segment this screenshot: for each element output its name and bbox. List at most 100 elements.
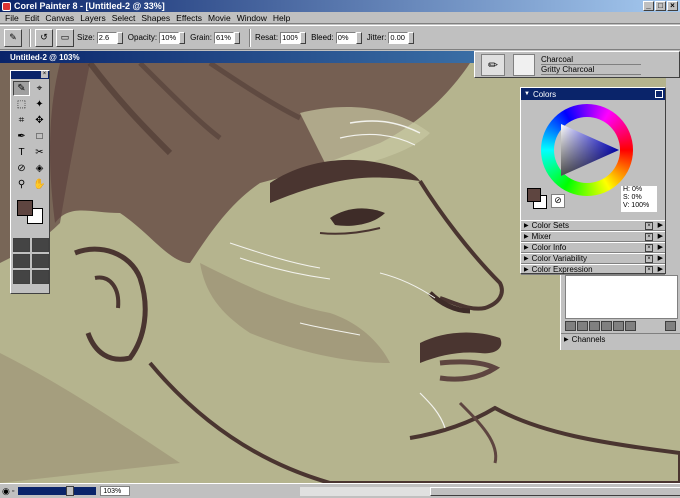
main-color-swatch[interactable] bbox=[527, 188, 541, 202]
app-icon[interactable] bbox=[2, 1, 11, 11]
pen-tool-icon[interactable]: ✒ bbox=[13, 129, 30, 144]
expand-triangle-icon[interactable]: ▶ bbox=[524, 266, 529, 273]
weaving-selector-icon[interactable] bbox=[32, 254, 49, 268]
close-icon[interactable]: × bbox=[645, 255, 653, 263]
menu-arrow-icon[interactable]: ▶ bbox=[658, 243, 663, 251]
menu-arrow-icon[interactable]: ▶ bbox=[658, 265, 663, 273]
mixer-section[interactable]: ▶ Mixer × ▶ bbox=[521, 231, 665, 242]
color-dropper-icon[interactable]: ⊘ bbox=[551, 194, 565, 208]
layer-command-icon[interactable] bbox=[577, 321, 588, 331]
opacity-slider-button[interactable] bbox=[179, 31, 186, 44]
brush-category-name[interactable]: Charcoal bbox=[541, 55, 641, 65]
gradient-selector-icon[interactable] bbox=[32, 238, 49, 252]
brush-tool-icon[interactable]: ✎ bbox=[4, 28, 22, 47]
maximize-button[interactable]: □ bbox=[655, 1, 666, 11]
close-icon[interactable]: × bbox=[645, 233, 653, 241]
zoom-out-icon[interactable]: ▫ bbox=[12, 488, 14, 495]
color-variability-section[interactable]: ▶ Color Variability × ▶ bbox=[521, 253, 665, 264]
nozzle-selector-icon[interactable] bbox=[13, 270, 30, 284]
collapse-triangle-icon[interactable]: ▼ bbox=[524, 91, 530, 97]
move-tool-icon[interactable]: ✥ bbox=[31, 113, 48, 128]
menu-select[interactable]: Select bbox=[109, 13, 139, 23]
toolbox-header[interactable]: × bbox=[11, 71, 49, 79]
menu-layers[interactable]: Layers bbox=[77, 13, 109, 23]
size-input[interactable] bbox=[96, 31, 117, 44]
brush-tool-icon[interactable]: ✎ bbox=[13, 81, 30, 96]
minimize-button[interactable]: _ bbox=[643, 1, 654, 11]
expand-triangle-icon[interactable]: ▶ bbox=[524, 255, 529, 262]
expand-triangle-icon[interactable]: ▶ bbox=[524, 233, 529, 240]
pattern-selector-icon[interactable] bbox=[13, 254, 30, 268]
expand-triangle-icon[interactable]: ▶ bbox=[524, 244, 529, 251]
marquee-tool-icon[interactable]: ⬚ bbox=[13, 97, 30, 112]
jitter-input[interactable] bbox=[388, 31, 409, 44]
resat-slider-button[interactable] bbox=[300, 31, 307, 44]
magnifier-tool-icon[interactable]: ⚲ bbox=[13, 177, 30, 192]
main-color-swatch[interactable] bbox=[17, 200, 33, 216]
close-icon[interactable]: × bbox=[645, 222, 653, 230]
jitter-slider-button[interactable] bbox=[408, 31, 415, 44]
eyedropper-tool-icon[interactable]: ⊘ bbox=[13, 161, 30, 176]
brush-variant-name[interactable]: Gritty Charcoal bbox=[541, 65, 641, 75]
menu-arrow-icon[interactable]: ▶ bbox=[658, 221, 663, 229]
bleed-input[interactable] bbox=[335, 31, 356, 44]
zoom-slider[interactable] bbox=[18, 486, 97, 496]
menu-canvas[interactable]: Canvas bbox=[42, 13, 77, 23]
layer-command-icon[interactable] bbox=[589, 321, 600, 331]
menu-edit[interactable]: Edit bbox=[22, 13, 43, 23]
grabber-hand-icon[interactable]: ✋ bbox=[31, 177, 48, 192]
dropper-tool-icon[interactable]: ⌖ bbox=[31, 81, 48, 96]
close-icon[interactable]: × bbox=[645, 266, 653, 274]
zoom-level[interactable]: 103% bbox=[100, 486, 131, 496]
expand-triangle-icon[interactable]: ▶ bbox=[524, 222, 529, 229]
reset-tool-icon[interactable]: ↺ bbox=[35, 28, 53, 47]
menu-arrow-icon[interactable]: ▶ bbox=[658, 232, 663, 240]
close-icon[interactable]: × bbox=[41, 71, 48, 78]
brush-category-icon[interactable]: ✏ bbox=[481, 53, 505, 76]
layer-command-icon[interactable] bbox=[565, 321, 576, 331]
grain-slider-button[interactable] bbox=[233, 31, 240, 44]
close-icon[interactable] bbox=[655, 90, 663, 98]
menu-effects[interactable]: Effects bbox=[173, 13, 205, 23]
menu-movie[interactable]: Movie bbox=[205, 13, 234, 23]
crop-tool-icon[interactable]: ⌗ bbox=[13, 113, 30, 128]
layers-list[interactable] bbox=[565, 275, 678, 319]
expand-triangle-icon[interactable]: ▶ bbox=[564, 336, 569, 343]
menu-shapes[interactable]: Shapes bbox=[138, 13, 173, 23]
brush-dab-icon[interactable]: ▭ bbox=[56, 28, 74, 47]
size-slider-button[interactable] bbox=[116, 31, 123, 44]
color-expression-section[interactable]: ▶ Color Expression × ▶ bbox=[521, 264, 665, 275]
layer-command-icon[interactable] bbox=[601, 321, 612, 331]
close-icon[interactable]: × bbox=[645, 244, 653, 252]
menu-window[interactable]: Window bbox=[234, 13, 270, 23]
resat-input[interactable] bbox=[280, 31, 301, 44]
scissors-tool-icon[interactable]: ✂ bbox=[31, 145, 48, 160]
layer-command-icon[interactable] bbox=[613, 321, 624, 331]
saturation-value-triangle[interactable] bbox=[557, 122, 621, 178]
layer-command-icon[interactable] bbox=[625, 321, 636, 331]
menu-arrow-icon[interactable]: ▶ bbox=[658, 254, 663, 262]
brush-variant-icon[interactable] bbox=[513, 53, 535, 76]
close-button[interactable]: × bbox=[667, 1, 678, 11]
color-sets-section[interactable]: ▶ Color Sets × ▶ bbox=[521, 220, 665, 231]
menu-file[interactable]: File bbox=[2, 13, 22, 23]
magic-wand-icon[interactable]: ✦ bbox=[31, 97, 48, 112]
globe-icon[interactable]: ◉ bbox=[2, 486, 10, 497]
paint-bucket-icon[interactable]: ◈ bbox=[31, 161, 48, 176]
colors-palette-header[interactable]: ▼ Colors bbox=[521, 88, 665, 100]
color-info-section[interactable]: ▶ Color Info × ▶ bbox=[521, 242, 665, 253]
trash-icon[interactable] bbox=[665, 321, 676, 331]
text-tool-icon[interactable]: T bbox=[13, 145, 30, 160]
bleed-slider-button[interactable] bbox=[355, 31, 362, 44]
zoom-slider-thumb[interactable] bbox=[66, 486, 75, 496]
look-selector-icon[interactable] bbox=[32, 270, 49, 284]
menu-help[interactable]: Help bbox=[270, 13, 293, 23]
paper-selector-icon[interactable] bbox=[13, 238, 30, 252]
grain-input[interactable] bbox=[213, 31, 234, 44]
horizontal-scrollbar[interactable] bbox=[300, 487, 680, 496]
rectangle-tool-icon[interactable]: □ bbox=[31, 129, 48, 144]
opacity-input[interactable] bbox=[159, 31, 180, 44]
palette-scroll-strip[interactable] bbox=[666, 78, 680, 278]
channels-section[interactable]: ▶ Channels bbox=[561, 333, 680, 345]
scrollbar-thumb[interactable] bbox=[430, 487, 680, 496]
